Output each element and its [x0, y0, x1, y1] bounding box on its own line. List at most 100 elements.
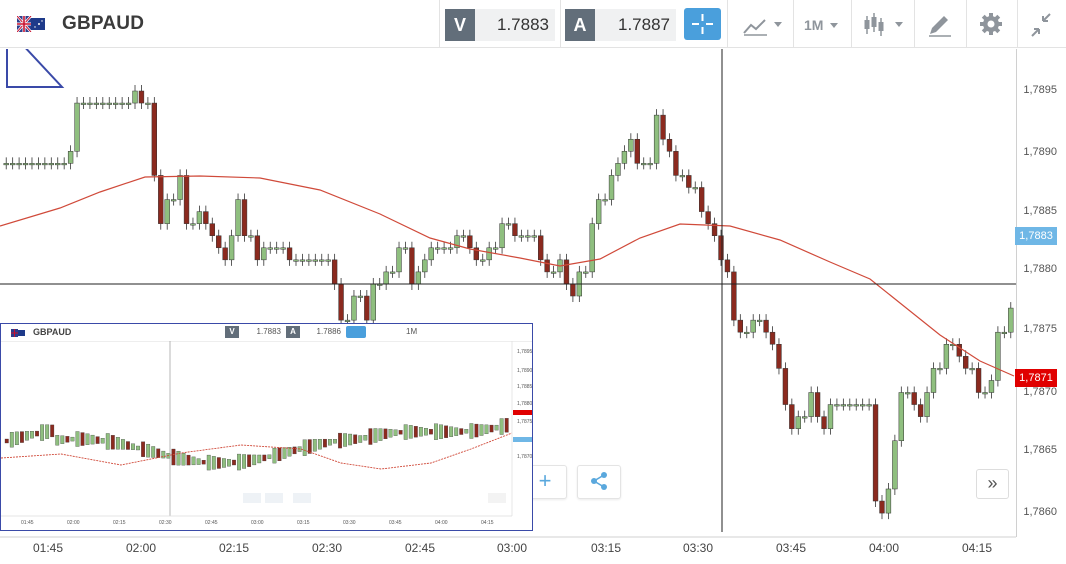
candle — [499, 223, 505, 249]
time-tick-label: 04:15 — [962, 541, 993, 555]
inset-candle — [353, 434, 358, 444]
candle — [170, 199, 177, 202]
inset-candle — [14, 431, 19, 446]
candlestick-icon — [864, 13, 903, 36]
candle — [29, 163, 35, 166]
inset-candle — [75, 431, 80, 447]
divider — [439, 0, 440, 48]
inset-bid-label: V — [225, 326, 239, 338]
candle — [988, 380, 995, 393]
candle — [795, 416, 801, 429]
candle — [87, 102, 93, 105]
candle — [892, 440, 898, 490]
candle — [389, 271, 396, 274]
chart-toolbar: GBPAUD V 1.7883 A 1.7887 1M — [0, 0, 1066, 48]
inset-candle — [136, 445, 140, 451]
gear-icon — [980, 13, 1002, 35]
candle — [132, 90, 138, 104]
candle — [538, 235, 544, 261]
candle — [660, 114, 666, 140]
candle — [312, 259, 318, 262]
divider — [560, 0, 561, 48]
draw-tools-button[interactable] — [927, 10, 953, 40]
candle — [718, 235, 724, 261]
inset-candle — [4, 438, 9, 444]
inset-candle — [232, 459, 236, 466]
divider — [727, 0, 728, 48]
candle — [492, 247, 499, 250]
inset-candle — [464, 429, 469, 434]
inset-time-tick-label: 01:45 — [21, 520, 34, 526]
expand-button[interactable]: » — [976, 469, 1009, 499]
inset-candle — [100, 438, 105, 444]
inset-candle — [211, 456, 216, 470]
candle — [570, 283, 576, 297]
inset-candle — [247, 454, 252, 467]
candle — [190, 223, 196, 226]
candle — [145, 102, 151, 105]
inset-candle — [383, 428, 388, 440]
inset-candle — [317, 439, 322, 450]
candle — [74, 102, 80, 152]
candle — [16, 163, 22, 166]
candle — [847, 404, 853, 407]
inset-candle — [262, 454, 267, 462]
candle — [641, 163, 647, 166]
bid-price[interactable]: 1.7883 — [475, 9, 555, 41]
candle-type-button[interactable] — [862, 10, 908, 40]
candle — [203, 211, 209, 224]
chart-snapshot-inset[interactable]: GBPAUD V 1.7883 A 1.7886 1M 1,7895 1,7890… — [0, 323, 533, 531]
candle — [872, 404, 879, 502]
inset-time-tick-label: 02:45 — [205, 520, 218, 526]
ask-price[interactable]: 1.7887 — [595, 9, 676, 41]
candle — [344, 319, 351, 322]
inset-time-tick-label: 03:30 — [343, 520, 356, 526]
inset-candle — [257, 454, 262, 464]
candle — [280, 247, 286, 250]
inset-candle — [19, 431, 24, 443]
candle — [583, 271, 589, 274]
timeframe-button[interactable]: 1M — [804, 10, 839, 40]
candle — [679, 175, 686, 178]
candle — [383, 271, 389, 285]
inset-candle — [30, 431, 34, 439]
inset-bid-value: 1.7883 — [256, 327, 281, 336]
candle — [100, 102, 106, 105]
bid-label[interactable]: V — [445, 9, 475, 41]
price-tick-label: 1,7880 — [1023, 263, 1057, 275]
inset-candle — [459, 428, 464, 435]
triangle-drawing[interactable] — [6, 49, 65, 88]
time-tick-label: 02:45 — [405, 541, 436, 555]
candle — [518, 235, 525, 238]
candle — [699, 187, 705, 212]
candle — [299, 259, 306, 262]
candle — [769, 331, 776, 345]
candle — [860, 404, 866, 407]
candle — [286, 247, 293, 261]
chart-type-button[interactable] — [741, 10, 785, 40]
inset-price-tick-label: 1,7885 — [517, 384, 533, 390]
candle — [744, 331, 750, 334]
candle — [724, 259, 731, 273]
candle — [267, 247, 273, 250]
candle — [3, 163, 9, 166]
ask-label[interactable]: A — [565, 9, 595, 41]
inset-candle — [398, 430, 403, 435]
collapse-button[interactable] — [1029, 10, 1053, 40]
candle — [602, 199, 608, 202]
settings-button[interactable] — [978, 10, 1004, 40]
price-tick-label: 1,7885 — [1023, 205, 1057, 217]
inset-candle — [484, 424, 489, 435]
inset-candle — [312, 439, 317, 452]
inset-candle — [469, 423, 474, 439]
inset-candle — [131, 443, 135, 450]
divider — [1017, 0, 1018, 48]
candle — [647, 163, 653, 166]
crosshair-button[interactable] — [684, 8, 721, 40]
inset-price-tick-label: 1,7880 — [517, 401, 533, 407]
candle — [158, 175, 164, 224]
inset-candle — [282, 447, 287, 459]
inset-price-tick-label: 1,7890 — [517, 368, 533, 374]
candle — [853, 404, 859, 407]
share-button[interactable] — [577, 465, 621, 499]
